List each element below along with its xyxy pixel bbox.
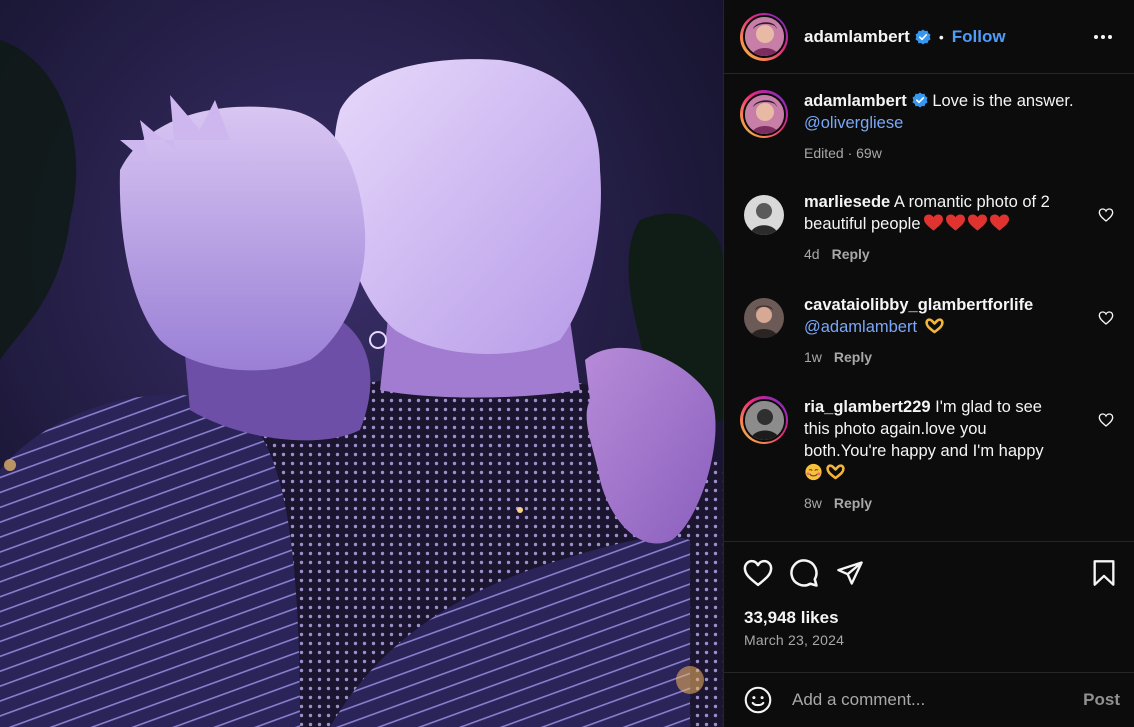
caption-mention[interactable]: @olivergliese	[804, 114, 903, 132]
author-avatar[interactable]	[740, 12, 788, 61]
caption: adamlambert Love is the answer. @oliverg…	[740, 90, 1120, 164]
comments-list[interactable]: adamlambert Love is the answer. @oliverg…	[724, 75, 1134, 541]
post-photo[interactable]	[0, 0, 723, 727]
red-heart-emoji	[921, 214, 1009, 233]
caption-meta: Edited · 69w	[804, 145, 882, 161]
commenter-avatar[interactable]	[744, 195, 784, 235]
commenter-avatar[interactable]	[744, 298, 784, 338]
comment-like-heart-icon[interactable]	[1098, 412, 1114, 428]
verified-badge-icon	[915, 29, 931, 45]
post-header: adamlambert • Follow	[724, 0, 1134, 74]
reply-button[interactable]: Reply	[832, 246, 870, 262]
post-date[interactable]: March 23, 2024	[744, 632, 844, 648]
bookmark-icon[interactable]	[1088, 557, 1120, 589]
caption-text: Love is the answer.	[932, 92, 1074, 110]
heart-outline-icon[interactable]	[742, 557, 774, 589]
verified-badge-icon	[912, 92, 928, 108]
comment-username[interactable]: marliesede	[804, 193, 890, 211]
reply-button[interactable]: Reply	[834, 495, 872, 511]
more-horizontal-icon[interactable]	[1088, 29, 1118, 45]
smiling-face-with-hearts-emoji	[804, 463, 823, 482]
comment-item: marliesede A romantic photo of 2 beautif…	[740, 191, 1120, 265]
comment-username[interactable]: ria_glambert229	[804, 398, 931, 416]
heart-hands-emoji	[823, 464, 845, 482]
commenter-avatar[interactable]	[740, 396, 788, 444]
caption-text-block: adamlambert Love is the answer. @oliverg…	[804, 90, 1104, 164]
add-comment-bar: Post	[744, 684, 1120, 716]
follow-button[interactable]: Follow	[952, 27, 1006, 47]
author-username[interactable]: adamlambert	[804, 27, 910, 47]
comment-item: ria_glambert229 I'm glad to see this pho…	[740, 396, 1120, 514]
comment-item: cavataiolibby_glambertforlife @adamlambe…	[740, 294, 1120, 368]
comment-username[interactable]: cavataiolibby_glambertforlife	[804, 296, 1033, 314]
divider	[724, 672, 1134, 673]
caption-username[interactable]: adamlambert	[804, 92, 907, 110]
comment-bubble-icon[interactable]	[788, 557, 820, 589]
divider	[724, 541, 1134, 542]
comment-body: ria_glambert229 I'm glad to see this pho…	[804, 396, 1070, 514]
post-actions-bar	[742, 556, 1120, 590]
comment-body: marliesede A romantic photo of 2 beautif…	[804, 191, 1070, 265]
reply-button[interactable]: Reply	[834, 349, 872, 365]
comment-input[interactable]	[792, 690, 1084, 710]
comment-like-heart-icon[interactable]	[1098, 207, 1114, 223]
comment-body: cavataiolibby_glambertforlife @adamlambe…	[804, 294, 1070, 368]
comment-age: 8w	[804, 495, 822, 511]
heart-hands-emoji	[922, 318, 944, 336]
emoji-smile-icon[interactable]	[744, 686, 772, 714]
comment-age: 4d	[804, 246, 820, 262]
caption-avatar[interactable]	[740, 90, 788, 138]
comment-like-heart-icon[interactable]	[1098, 310, 1114, 326]
post-side-panel: adamlambert • Follow adamlambert Love is…	[723, 0, 1134, 727]
comment-mention[interactable]: @adamlambert	[804, 318, 917, 336]
comment-age: 1w	[804, 349, 822, 365]
paper-plane-icon[interactable]	[834, 557, 866, 589]
separator-dot: •	[938, 28, 944, 45]
likes-count[interactable]: 33,948 likes	[744, 608, 839, 628]
post-comment-button[interactable]: Post	[1083, 690, 1120, 710]
